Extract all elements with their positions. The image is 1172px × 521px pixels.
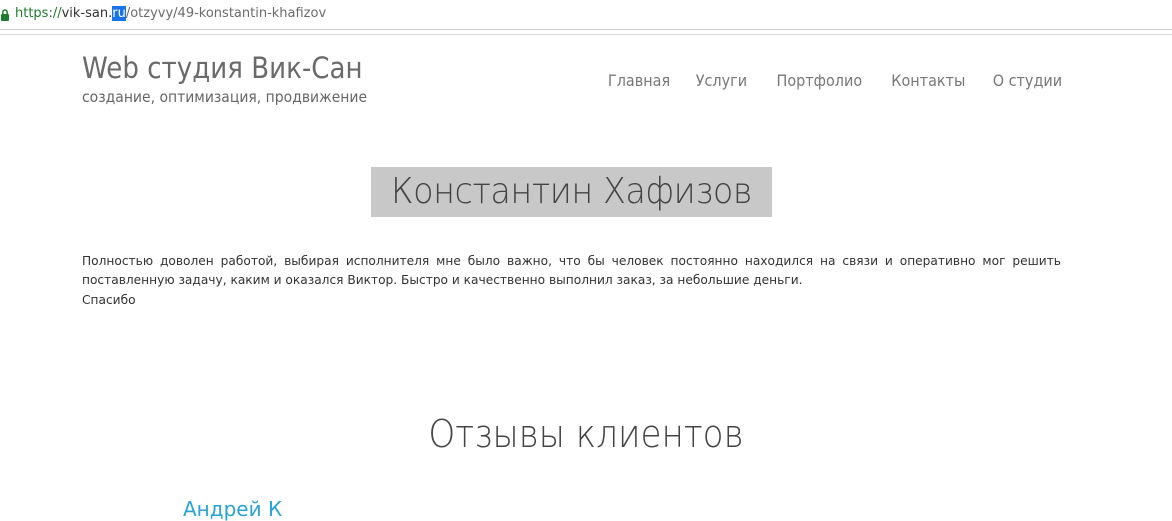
nav-item-about[interactable]: О студии bbox=[993, 71, 1062, 90]
brand-subtitle: создание, оптимизация, продвижение bbox=[82, 88, 368, 106]
nav-item-portfolio[interactable]: Портфолио bbox=[777, 71, 863, 90]
url-path: /otzyvy/49-konstantin-khafizov bbox=[125, 6, 327, 21]
url-host: vik-san. bbox=[61, 6, 113, 21]
page-title: Константин Хафизов bbox=[390, 171, 753, 212]
nav-item-services[interactable]: Услуги bbox=[696, 71, 747, 90]
browser-address-bar[interactable]: https://vik-san.ru/otzyvy/49-konstantin-… bbox=[0, 0, 1172, 30]
url-text[interactable]: https://vik-san.ru/otzyvy/49-konstantin-… bbox=[15, 6, 326, 21]
brand-title[interactable]: Web студия Вик-Сан bbox=[82, 51, 363, 85]
url-host-selected: ru bbox=[112, 6, 126, 21]
reviews-section-title: Отзывы клиентов bbox=[428, 412, 744, 456]
nav-item-contacts[interactable]: Контакты bbox=[891, 71, 965, 90]
review-text: Полностью доволен работой, выбирая испол… bbox=[82, 254, 1061, 287]
review-closing: Спасибо bbox=[82, 293, 136, 307]
review-author-link[interactable]: Андрей К bbox=[183, 497, 282, 521]
lock-icon bbox=[1, 9, 9, 21]
divider bbox=[0, 34, 1172, 35]
main-nav: Главная Услуги Портфолио Контакты О студ… bbox=[581, 71, 1062, 90]
nav-item-home[interactable]: Главная bbox=[608, 71, 670, 90]
url-protocol: https:// bbox=[15, 6, 62, 21]
